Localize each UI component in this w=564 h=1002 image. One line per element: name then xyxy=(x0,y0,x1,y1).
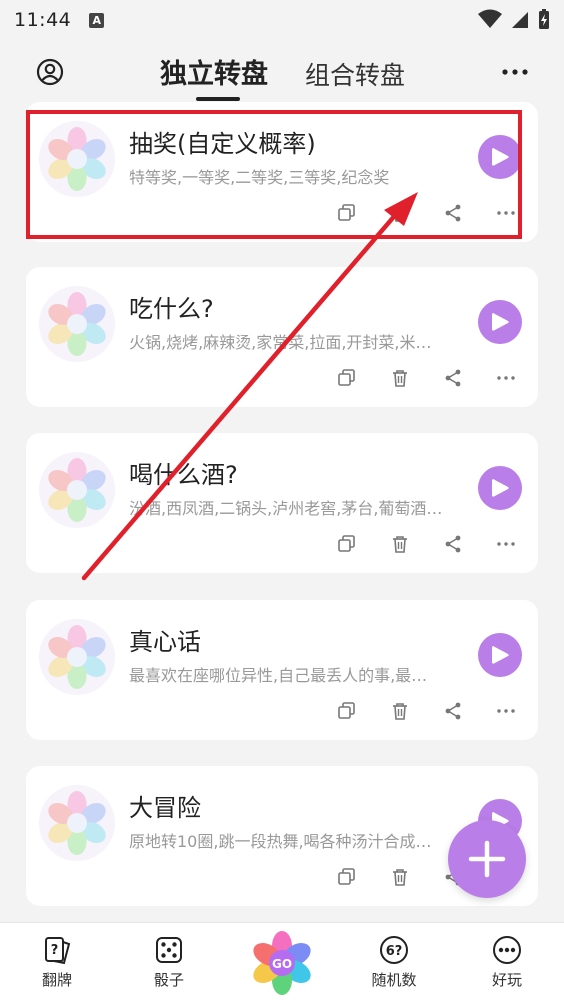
status-bar: 11:44 A xyxy=(0,0,564,40)
play-button[interactable] xyxy=(478,300,522,344)
cards-icon: ? xyxy=(45,937,71,965)
play-button[interactable] xyxy=(478,466,522,510)
svg-text:?: ? xyxy=(51,943,59,958)
wifi-icon xyxy=(478,9,502,28)
play-icon xyxy=(492,148,509,166)
nav-item-random-number[interactable]: 6? 随机数 xyxy=(354,933,434,990)
delete-icon[interactable] xyxy=(389,866,411,888)
nav-item-fun[interactable]: 好玩 xyxy=(467,933,547,990)
play-button[interactable] xyxy=(478,633,522,677)
share-icon[interactable] xyxy=(442,202,464,224)
card-actions xyxy=(26,700,538,724)
status-time: 11:44 xyxy=(14,9,72,31)
tab-combined-wheel[interactable]: 组合转盘 xyxy=(305,56,405,92)
wheel-logo-icon xyxy=(39,452,115,528)
delete-icon[interactable] xyxy=(389,202,411,224)
card-more-icon[interactable] xyxy=(495,367,517,389)
wheel-title: 吃什么? xyxy=(129,295,214,323)
nav-label-flip-cards: 翻牌 xyxy=(41,971,72,989)
more-dots-icon xyxy=(493,936,521,964)
card-actions xyxy=(26,533,538,557)
wheel-options: 原地转10圈,跳一段热舞,喝各种汤汁合成… xyxy=(129,832,432,851)
wheel-title: 大冒险 xyxy=(129,794,201,822)
nav-item-flip-cards[interactable]: ? 翻牌 xyxy=(17,933,97,990)
active-tab-indicator xyxy=(196,97,240,101)
card-actions xyxy=(26,202,538,226)
dice-icon xyxy=(156,937,182,963)
play-icon xyxy=(492,479,509,497)
wheel-logo-icon xyxy=(39,286,115,362)
add-wheel-button[interactable] xyxy=(448,820,526,898)
wheel-options: 汾酒,西凤酒,二锅头,泸州老窖,茅台,葡萄酒… xyxy=(129,499,443,518)
share-icon[interactable] xyxy=(442,700,464,722)
notification-icon: A xyxy=(89,12,105,28)
wheel-options: 火锅,烧烤,麻辣烫,家常菜,拉面,开封菜,米… xyxy=(129,333,432,352)
wheel-card-2[interactable]: 吃什么? 火锅,烧烤,麻辣烫,家常菜,拉面,开封菜,米… xyxy=(26,267,538,407)
wheel-logo-icon xyxy=(39,121,115,197)
wheel-card-1[interactable]: 抽奖(自定义概率) 特等奖,一等奖,二等奖,三等奖,纪念奖 xyxy=(26,102,538,242)
play-button[interactable] xyxy=(478,135,522,179)
profile-icon[interactable] xyxy=(36,58,64,86)
wheel-options: 最喜欢在座哪位异性,自己最丢人的事,最… xyxy=(129,666,428,685)
wheel-card-3[interactable]: 喝什么酒? 汾酒,西凤酒,二锅头,泸州老窖,茅台,葡萄酒… xyxy=(26,433,538,573)
random-number-glyph: 6? xyxy=(386,944,403,959)
wheel-logo-icon xyxy=(39,619,115,695)
wheel-title: 真心话 xyxy=(129,628,201,656)
header: 独立转盘 组合转盘 xyxy=(0,44,564,102)
bottom-nav: ? 翻牌 骰子 GO 6? 随机数 好玩 xyxy=(0,922,564,1002)
copy-icon[interactable] xyxy=(336,700,358,722)
delete-icon[interactable] xyxy=(389,533,411,555)
play-icon xyxy=(492,646,509,664)
status-icons xyxy=(478,8,550,30)
signal-icon xyxy=(512,12,528,28)
wheel-title: 喝什么酒? xyxy=(129,461,238,489)
wheel-logo-icon xyxy=(39,785,115,861)
nav-item-dice[interactable]: 骰子 xyxy=(129,933,209,990)
battery-icon xyxy=(539,9,549,29)
nav-label-random-number: 随机数 xyxy=(371,971,417,989)
nav-label-dice: 骰子 xyxy=(153,971,184,989)
copy-icon[interactable] xyxy=(336,533,358,555)
wheel-title: 抽奖(自定义概率) xyxy=(129,130,316,158)
tab-independent-wheel[interactable]: 独立转盘 xyxy=(160,52,268,91)
play-icon xyxy=(492,313,509,331)
card-more-icon[interactable] xyxy=(495,700,517,722)
plus-icon xyxy=(468,840,506,878)
delete-icon[interactable] xyxy=(389,367,411,389)
card-actions xyxy=(26,367,538,391)
random-number-icon: 6? xyxy=(380,936,408,964)
wheel-options: 特等奖,一等奖,二等奖,三等奖,纪念奖 xyxy=(129,168,390,187)
share-icon[interactable] xyxy=(442,533,464,555)
copy-icon[interactable] xyxy=(336,866,358,888)
nav-label-fun: 好玩 xyxy=(491,971,522,989)
go-label: GO xyxy=(272,957,292,971)
more-icon[interactable] xyxy=(500,64,530,80)
card-more-icon[interactable] xyxy=(495,533,517,555)
wheel-card-4[interactable]: 真心话 最喜欢在座哪位异性,自己最丢人的事,最… xyxy=(26,600,538,740)
go-wheel-icon[interactable]: GO xyxy=(248,929,316,997)
delete-icon[interactable] xyxy=(389,700,411,722)
share-icon[interactable] xyxy=(442,367,464,389)
copy-icon[interactable] xyxy=(336,367,358,389)
card-more-icon[interactable] xyxy=(495,202,517,224)
copy-icon[interactable] xyxy=(336,202,358,224)
